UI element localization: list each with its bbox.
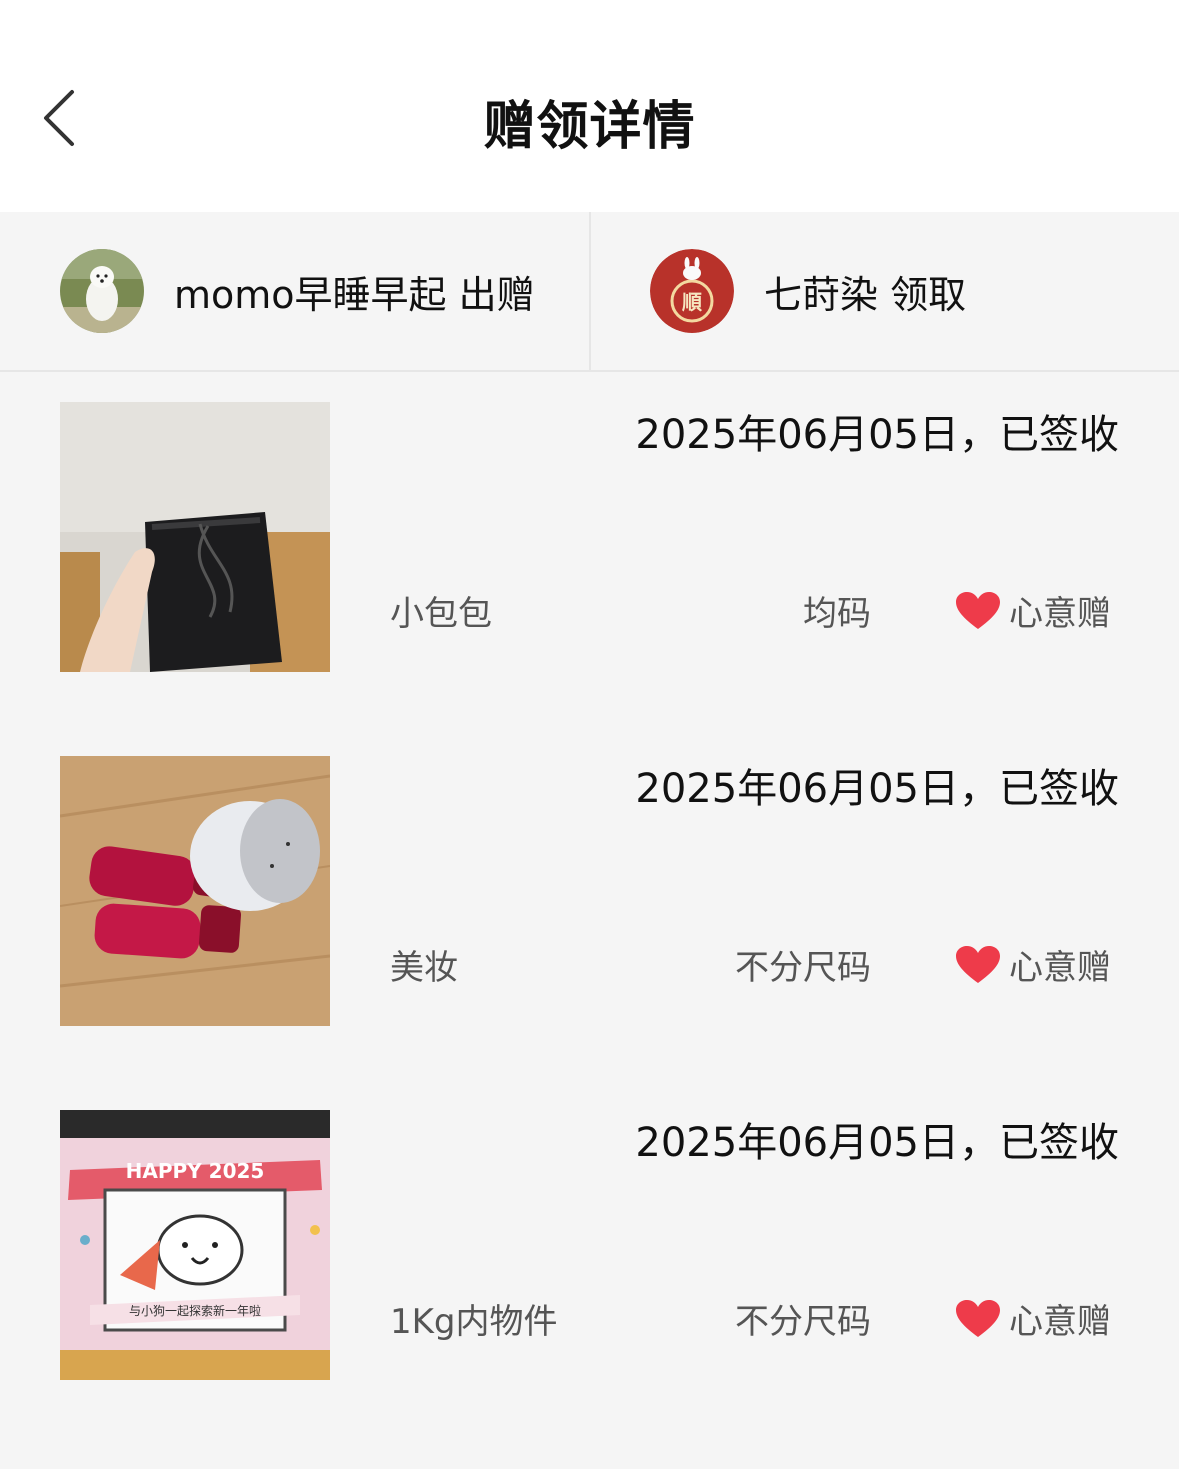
item-size: 不分尺码	[735, 948, 871, 988]
item-type-label: 心意赠	[1009, 948, 1111, 988]
item-type-label: 心意赠	[1009, 1302, 1111, 1342]
item-photo[interactable]: HAPPY 2025 与小狗一起探索新一年啦	[60, 1110, 330, 1380]
item-date-status: 2025年06月05日，已签收	[635, 412, 1119, 458]
item-size: 不分尺码	[735, 1302, 871, 1342]
svg-text:与小狗一起探索新一年啦: 与小狗一起探索新一年啦	[129, 1303, 261, 1318]
page-title: 赠领详情	[483, 97, 696, 157]
giver-info[interactable]: momo早睡早起 出赠	[60, 212, 535, 370]
heart-icon	[956, 591, 1000, 629]
list-item[interactable]: HAPPY 2025 与小狗一起探索新一年啦 2025年06月05日，已签收 1…	[0, 1080, 1179, 1434]
item-name: 小包包	[390, 594, 492, 634]
item-photo[interactable]	[60, 402, 330, 672]
item-size: 均码	[803, 594, 871, 634]
list-item[interactable]: 2025年06月05日，已签收 小包包 均码 心意赠	[0, 372, 1179, 728]
item-name: 1Kg内物件	[390, 1302, 558, 1342]
item-photo[interactable]	[60, 756, 330, 1026]
top-bar: 赠领详情	[0, 0, 1179, 212]
item-type: 心意赠	[955, 586, 1111, 635]
item-name: 美妆	[390, 948, 458, 988]
party-divider	[589, 212, 591, 370]
item-type: 心意赠	[955, 1294, 1111, 1343]
svg-text:HAPPY 2025: HAPPY 2025	[126, 1159, 265, 1183]
receiver-label: 七莳染 领取	[764, 272, 967, 317]
giver-label: momo早睡早起 出赠	[174, 272, 535, 317]
item-type: 心意赠	[955, 940, 1111, 989]
item-date-status: 2025年06月05日，已签收	[635, 1120, 1119, 1166]
svg-text:順: 順	[682, 290, 703, 314]
parties-bar: momo早睡早起 出赠 順 七莳染 领取	[0, 212, 1179, 372]
item-type-label: 心意赠	[1009, 594, 1111, 634]
item-date-status: 2025年06月05日，已签收	[635, 766, 1119, 812]
receiver-info[interactable]: 順 七莳染 领取	[650, 212, 966, 370]
list-item[interactable]: 2025年06月05日，已签收 美妆 不分尺码 心意赠	[0, 726, 1179, 1082]
heart-icon	[956, 1299, 1000, 1337]
heart-icon	[956, 945, 1000, 983]
receiver-avatar[interactable]: 順	[650, 249, 734, 333]
giver-avatar[interactable]	[60, 249, 144, 333]
